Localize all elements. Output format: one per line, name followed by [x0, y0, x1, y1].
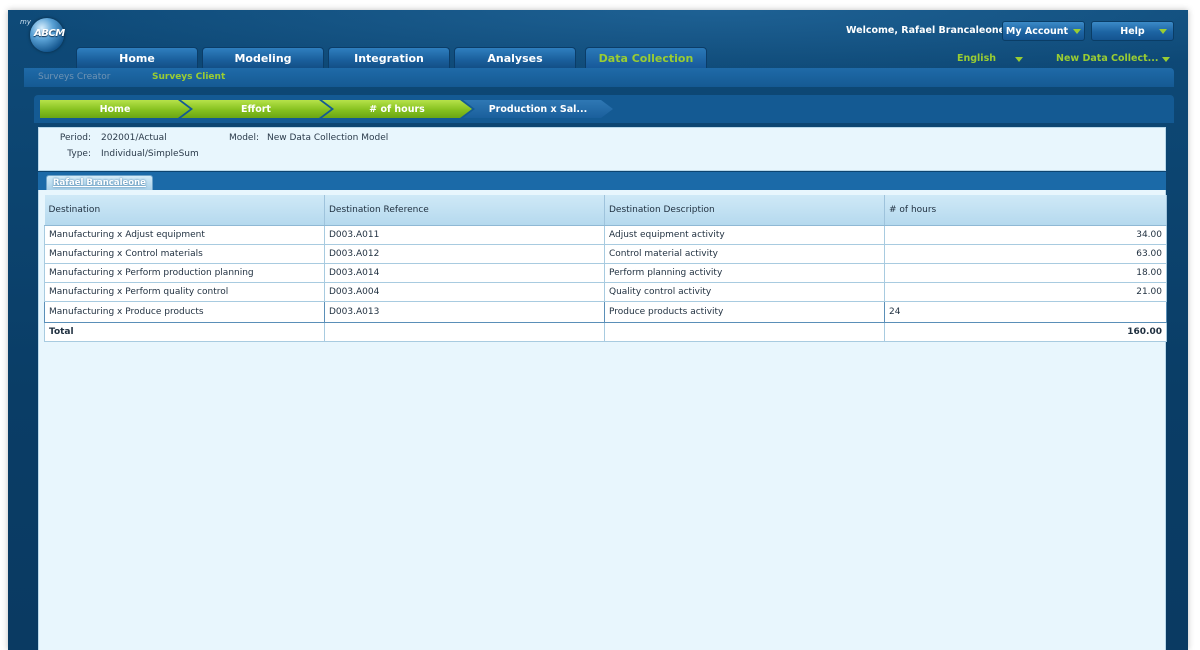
my-account-button[interactable]: My Account	[1002, 21, 1085, 41]
period-value: 202001/Actual	[101, 133, 167, 143]
table-total-row: Total 160.00	[44, 321, 1167, 342]
reference-cell: D003.A011	[324, 224, 605, 245]
column-header-hours[interactable]: # of hours	[884, 195, 1167, 226]
chevron-down-icon[interactable]	[1015, 57, 1023, 62]
table-row[interactable]: Manufacturing x Perform production plann…	[44, 262, 1167, 283]
destination-cell: Manufacturing x Produce products	[44, 300, 325, 323]
hours-cell[interactable]: 21.00	[884, 281, 1167, 302]
breadcrumb-label: Home	[99, 103, 131, 115]
destination-cell: Manufacturing x Control materials	[44, 243, 325, 264]
chevron-down-icon[interactable]	[1162, 57, 1170, 62]
reference-cell: D003.A012	[324, 243, 605, 264]
type-label: Type:	[67, 149, 91, 159]
person-tab-bar: Rafael Brancaleone	[38, 172, 1166, 190]
hours-cell[interactable]: 18.00	[884, 262, 1167, 283]
description-cell: Adjust equipment activity	[604, 224, 885, 245]
tab-person[interactable]: Rafael Brancaleone	[46, 175, 153, 190]
data-grid: Destination Destination Reference Destin…	[44, 195, 1167, 342]
subnav-surveys-client[interactable]: Surveys Client	[152, 72, 225, 82]
table-row-editing[interactable]: Manufacturing x Produce products D003.A0…	[44, 300, 1167, 323]
destination-cell: Manufacturing x Adjust equipment	[44, 224, 325, 245]
description-cell: Quality control activity	[604, 281, 885, 302]
total-value: 160.00	[884, 321, 1167, 342]
period-label: Period:	[59, 133, 91, 143]
description-cell: Control material activity	[604, 243, 885, 264]
tab-label: Home	[119, 51, 155, 65]
destination-cell: Manufacturing x Perform production plann…	[44, 262, 325, 283]
reference-cell: D003.A014	[324, 262, 605, 283]
chevron-down-icon	[1073, 28, 1082, 34]
model-select[interactable]: New Data Collect...	[1056, 53, 1159, 64]
column-header-destination[interactable]: Destination	[44, 195, 325, 226]
breadcrumb-current: Production x Sal...	[463, 100, 613, 118]
subnav-surveys-creator[interactable]: Surveys Creator	[38, 72, 110, 82]
breadcrumb-home[interactable]: Home	[40, 100, 190, 118]
tab-modeling[interactable]: Modeling	[202, 47, 324, 68]
column-header-reference[interactable]: Destination Reference	[324, 195, 605, 226]
tab-home[interactable]: Home	[76, 47, 198, 68]
tab-label: Integration	[354, 51, 424, 65]
logo-text: ABCM	[34, 28, 65, 39]
breadcrumb-label: Effort	[241, 103, 271, 115]
empty-cell	[604, 321, 885, 342]
empty-cell	[324, 321, 605, 342]
breadcrumb-effort[interactable]: Effort	[181, 100, 331, 118]
table-row[interactable]: Manufacturing x Adjust equipment D003.A0…	[44, 224, 1167, 245]
app-window: my ABCM Welcome, Rafael Brancaleone My A…	[8, 10, 1188, 650]
tab-label: Modeling	[234, 51, 292, 65]
total-label: Total	[44, 321, 325, 342]
hours-cell[interactable]: 63.00	[884, 243, 1167, 264]
survey-info-panel: Period: 202001/Actual Type: Individual/S…	[38, 127, 1166, 171]
chevron-down-icon	[1159, 29, 1167, 34]
help-label: Help	[1120, 25, 1145, 37]
table-row[interactable]: Manufacturing x Control materials D003.A…	[44, 243, 1167, 264]
breadcrumb-hours[interactable]: # of hours	[322, 100, 472, 118]
model-value: New Data Collection Model	[267, 133, 389, 143]
breadcrumb-label: Production x Sal...	[488, 103, 588, 115]
welcome-text: Welcome, Rafael Brancaleone	[846, 25, 1006, 36]
tab-analyses[interactable]: Analyses	[454, 47, 576, 68]
description-cell: Perform planning activity	[604, 262, 885, 283]
model-label: Model:	[228, 133, 259, 143]
tab-data-collection[interactable]: Data Collection	[585, 47, 707, 68]
hours-input[interactable]: 24	[884, 300, 1167, 323]
description-cell: Produce products activity	[604, 300, 885, 323]
help-button[interactable]: Help	[1091, 21, 1174, 41]
tab-label: Analyses	[487, 51, 543, 65]
tab-label: Data Collection	[598, 51, 694, 65]
language-select[interactable]: English	[957, 53, 996, 64]
data-grid-panel: Destination Destination Reference Destin…	[38, 190, 1167, 650]
tab-integration[interactable]: Integration	[328, 47, 450, 68]
reference-cell: D003.A013	[324, 300, 605, 323]
my-account-label: My Account	[1005, 25, 1069, 37]
type-value: Individual/SimpleSum	[101, 149, 199, 159]
column-header-description[interactable]: Destination Description	[604, 195, 885, 226]
hours-cell[interactable]: 34.00	[884, 224, 1167, 245]
app-logo[interactable]: my ABCM	[20, 16, 76, 52]
breadcrumb: Home Effort # of hours Production x Sal.…	[34, 95, 1174, 123]
reference-cell: D003.A004	[324, 281, 605, 302]
destination-cell: Manufacturing x Perform quality control	[44, 281, 325, 302]
table-header-row: Destination Destination Reference Destin…	[44, 195, 1167, 226]
logo-prefix: my	[20, 18, 31, 26]
breadcrumb-label: # of hours	[369, 103, 425, 115]
table-row[interactable]: Manufacturing x Perform quality control …	[44, 281, 1167, 302]
sub-navigation: Surveys Creator Surveys Client	[24, 68, 1174, 87]
